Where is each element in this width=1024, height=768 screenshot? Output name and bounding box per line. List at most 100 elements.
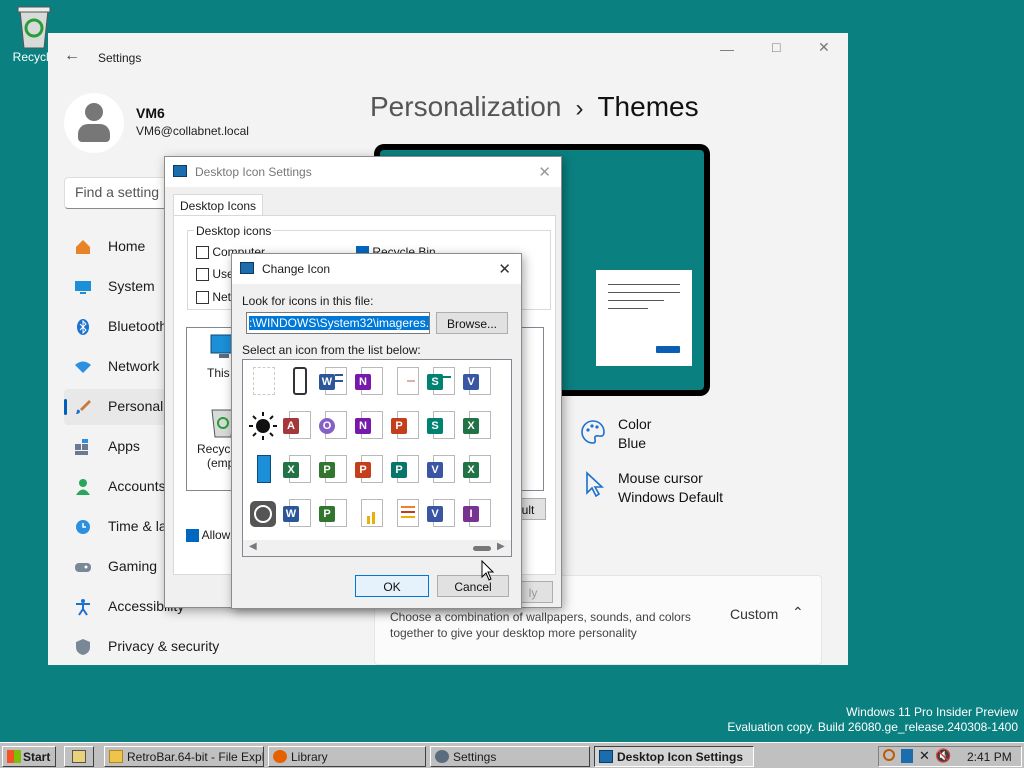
generic-doc-icon[interactable] [391, 365, 423, 399]
chart-doc-icon[interactable] [355, 497, 387, 531]
start-button[interactable]: Start [2, 746, 56, 767]
sway-doc-icon[interactable]: S [427, 365, 459, 399]
horizontal-scrollbar[interactable]: ◀ ▶ [243, 540, 511, 556]
blank-dotted-icon[interactable] [247, 365, 279, 399]
windows-watermark: Windows 11 Pro Insider Preview Evaluatio… [727, 705, 1018, 735]
volume-muted-icon[interactable]: 🔇 [935, 748, 951, 764]
group-label: Desktop icons [194, 224, 274, 238]
maximize-icon[interactable]: □ [772, 39, 780, 55]
clock[interactable]: 2:41 PM [967, 750, 1012, 764]
close-icon[interactable]: ✕ [818, 39, 830, 56]
phone-icon[interactable] [283, 365, 315, 399]
quick-launch-desktop[interactable] [64, 746, 94, 767]
taskbar-item-library[interactable]: Library [268, 746, 426, 767]
cancel-button[interactable]: Cancel [437, 575, 509, 597]
brush-icon [76, 400, 91, 414]
chevron-up-icon[interactable]: ⌃ [792, 604, 804, 621]
shield-icon[interactable] [901, 749, 913, 763]
system-tray: ✕ 🔇 2:41 PM [878, 746, 1022, 767]
word-doc-icon[interactable]: W [319, 365, 351, 399]
scroll-thumb[interactable] [473, 546, 491, 551]
network-icon[interactable]: ✕ [919, 748, 930, 764]
scroll-left-icon[interactable]: ◀ [249, 541, 257, 552]
preview-window [596, 270, 692, 366]
allow-themes-checkbox[interactable]: Allow t [186, 528, 237, 543]
powerpoint-doc-icon[interactable]: P [355, 453, 387, 487]
file-path-input[interactable]: :\WINDOWS\System32\imageres.dll [246, 312, 430, 334]
breadcrumb: Personalization › Themes [370, 91, 699, 123]
nav-privacy-security[interactable]: Privacy & security [64, 629, 364, 665]
visio-doc-icon[interactable]: V [427, 453, 459, 487]
taskbar-item-desktop-icon-settings[interactable]: Desktop Icon Settings [594, 746, 754, 767]
theme-description: Choose a combination of wallpapers, soun… [390, 610, 691, 640]
show-desktop-icon [72, 750, 86, 763]
excel-doc-icon[interactable]: X [283, 453, 315, 487]
ok-button[interactable]: OK [355, 575, 429, 597]
sway-doc-icon[interactable]: S [427, 409, 459, 443]
back-arrow-icon[interactable]: ← [64, 47, 80, 65]
taskbar: Start RetroBar.64-bit - File Explo... Li… [0, 742, 1024, 768]
onenote-doc-icon[interactable]: N [355, 409, 387, 443]
visio-doc-icon[interactable]: V [463, 365, 495, 399]
infopath-doc-icon[interactable]: I [463, 497, 495, 531]
taskbar-item-settings[interactable]: Settings [430, 746, 590, 767]
monitor-icon [75, 281, 91, 294]
palette-icon [581, 420, 605, 444]
access-doc-icon[interactable]: A [283, 409, 315, 443]
apps-icon [75, 439, 88, 455]
user-name: VM6 [136, 105, 165, 121]
firefox-icon [273, 750, 287, 763]
project-doc-icon[interactable]: P [319, 453, 351, 487]
cursor-value: Windows Default [618, 489, 724, 505]
list-doc-icon[interactable] [391, 497, 423, 531]
tab-desktop-icons[interactable]: Desktop Icons [173, 194, 264, 216]
breadcrumb-parent[interactable]: Personalization [370, 91, 561, 122]
disc-icon[interactable] [247, 497, 279, 531]
scroll-right-icon[interactable]: ▶ [497, 541, 505, 552]
brightness-icon[interactable] [247, 409, 279, 443]
search-icon[interactable] [883, 749, 895, 761]
publisher-doc-icon[interactable]: P [391, 453, 423, 487]
lens-doc-icon[interactable]: O [319, 409, 351, 443]
change-icon-dialog: Change Icon ✕ Look for icons in this file… [231, 253, 522, 609]
folder-icon [109, 750, 123, 763]
browse-button[interactable]: Browse... [436, 312, 508, 334]
breadcrumb-separator: › [575, 95, 584, 122]
dialog-title: Change Icon [262, 262, 331, 276]
avatar[interactable] [64, 93, 124, 153]
bluetooth-icon [77, 319, 89, 335]
color-title: Color [618, 416, 652, 432]
cursor-icon [586, 471, 605, 497]
excel-doc-icon[interactable]: X [463, 409, 495, 443]
project-doc-icon[interactable]: P [319, 497, 351, 531]
minimize-icon[interactable]: — [720, 41, 734, 57]
mouse-cursor-setting[interactable]: Mouse cursor Windows Default [580, 469, 800, 509]
visio-doc-icon[interactable]: V [427, 497, 459, 531]
page-title: Themes [597, 91, 699, 122]
color-setting[interactable]: Color Blue [580, 415, 780, 455]
color-value: Blue [618, 435, 647, 451]
theme-value: Custom [730, 606, 779, 622]
close-icon[interactable]: ✕ [498, 260, 511, 278]
app-icon [240, 262, 254, 274]
excel-doc-icon[interactable]: X [463, 453, 495, 487]
watermark-edition: Windows 11 Pro Insider Preview [846, 705, 1018, 719]
settings-title: Settings [98, 51, 142, 65]
person-icon [76, 479, 90, 495]
icon-list[interactable]: W N S V A O N P S X X P P P V X W P V I … [242, 359, 512, 557]
select-icon-label: Select an icon from the list below: [242, 343, 421, 357]
powerpoint-doc-icon[interactable]: P [391, 409, 423, 443]
app-icon [173, 165, 187, 177]
wifi-icon [75, 361, 91, 373]
tablet-icon[interactable] [247, 453, 279, 487]
word-doc-icon[interactable]: W [283, 497, 315, 531]
home-icon [76, 240, 90, 254]
close-icon[interactable]: ✕ [538, 163, 551, 181]
clock-globe-icon [76, 520, 90, 534]
dialog-title: Desktop Icon Settings [195, 165, 312, 179]
taskbar-item-file-explorer[interactable]: RetroBar.64-bit - File Explo... [104, 746, 264, 767]
onenote-doc-icon[interactable]: N [355, 365, 387, 399]
windows-logo-icon [7, 750, 21, 763]
gear-icon [435, 750, 449, 763]
gamepad-icon [75, 563, 91, 572]
